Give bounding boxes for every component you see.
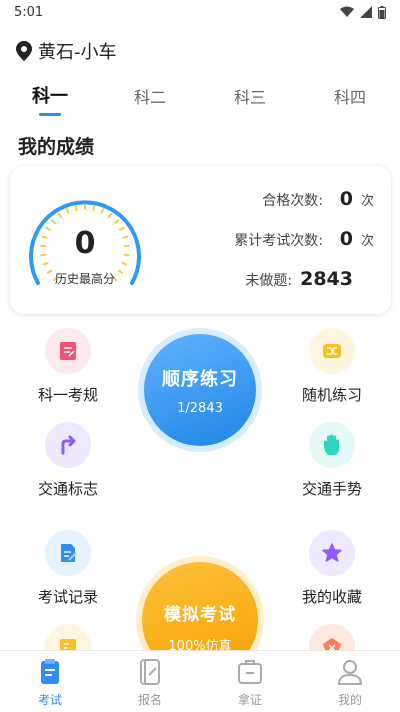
gauge-tick: [107, 212, 113, 218]
mock-exam-title: 模拟考试: [164, 605, 236, 625]
gauge-tick: [92, 205, 96, 211]
user-profile-icon: [337, 660, 363, 685]
gauge-tick: [42, 261, 49, 266]
tab-subject-4[interactable]: 科四: [300, 80, 400, 120]
stat-pass-count: 合格次数: 0 次: [262, 188, 375, 210]
stat-exam-count: 累计考试次数: 0 次: [234, 228, 375, 250]
gauge-tick: [65, 207, 70, 214]
license-badge-icon: [238, 660, 262, 684]
nav-get-license[interactable]: 拿证: [200, 651, 300, 712]
wifi-icon: [340, 6, 354, 17]
hand-gesture-icon: [324, 434, 339, 455]
gauge-tick: [74, 205, 78, 211]
location-pin-icon: [16, 41, 32, 61]
feature-traffic-signs[interactable]: 交通标志: [18, 422, 118, 499]
turn-sign-icon: [61, 435, 76, 455]
gauge-tick: [114, 219, 120, 224]
battery-icon: [378, 5, 386, 19]
nav-exam[interactable]: 考试: [0, 651, 100, 712]
location-selector[interactable]: 黄石-小车: [16, 38, 117, 64]
sequential-practice-progress: 1/2843: [177, 400, 223, 416]
gauge-tick: [57, 212, 63, 218]
highest-score-value: 0: [74, 226, 96, 261]
tab-subject-1[interactable]: 科一: [0, 80, 100, 120]
sequential-practice-button[interactable]: 顺序练习 1/2843: [138, 328, 262, 452]
score-card: 0 历史最高分 合格次数: 0 次 累计考试次数: 0 次 未做题: 2843: [10, 166, 391, 314]
status-bar: 5:01: [0, 0, 400, 24]
shuffle-icon: [323, 344, 341, 358]
record-document-icon: [61, 544, 77, 562]
rules-book-icon: [60, 342, 76, 360]
exam-clipboard-icon: [41, 659, 59, 684]
feature-exam-records[interactable]: 考试记录: [18, 530, 118, 607]
section-title: 我的成绩: [18, 136, 95, 158]
register-notebook-icon: [140, 659, 160, 685]
stat-unanswered: 未做题: 2843: [245, 268, 353, 290]
status-time: 5:01: [14, 4, 44, 20]
feature-random-practice[interactable]: 随机练习: [282, 328, 382, 405]
feature-exam-rules[interactable]: 科一考规: [18, 328, 118, 405]
tab-subject-2[interactable]: 科二: [100, 80, 200, 120]
signal-icon: [360, 6, 372, 18]
bottom-nav: 考试 报名 拿证 我的: [0, 650, 400, 712]
gauge-tick: [100, 207, 105, 214]
subject-tabs: 科一 科二 科三 科四: [0, 80, 400, 120]
location-text: 黄石-小车: [38, 42, 117, 63]
sequential-practice-title: 顺序练习: [162, 368, 238, 390]
feature-my-favorites[interactable]: 我的收藏: [282, 530, 382, 607]
gauge-tick: [50, 219, 56, 224]
star-icon: [322, 543, 342, 562]
nav-register[interactable]: 报名: [100, 651, 200, 712]
feature-traffic-gestures[interactable]: 交通手势: [282, 422, 382, 499]
gauge-tick: [121, 261, 128, 266]
nav-profile[interactable]: 我的: [300, 651, 400, 712]
tab-subject-3[interactable]: 科三: [200, 80, 300, 120]
highest-score-label: 历史最高分: [54, 272, 115, 286]
